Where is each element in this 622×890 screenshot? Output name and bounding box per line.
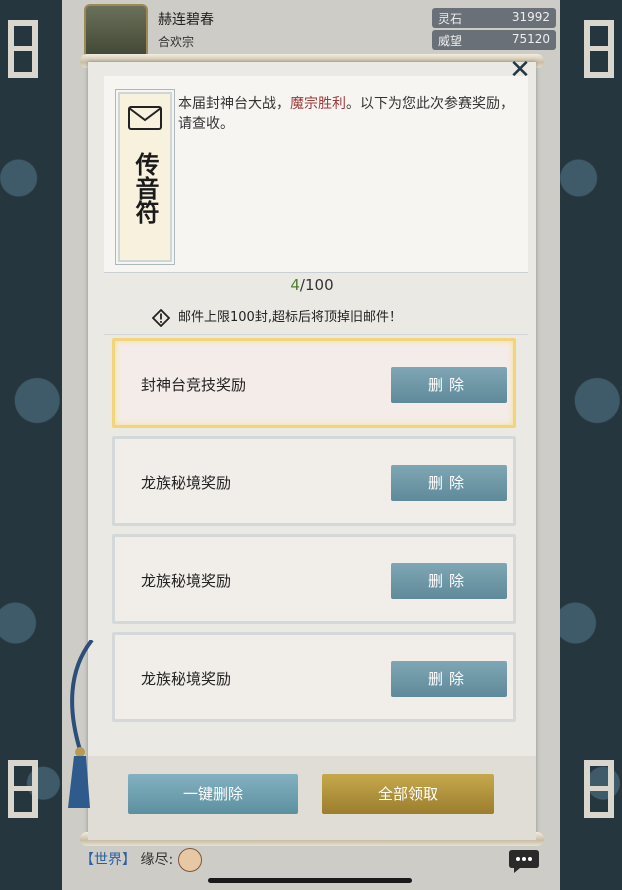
mail-item[interactable]: 封神台竞技奖励 删除 (112, 338, 516, 428)
mail-title: 龙族秘境奖励 (141, 670, 232, 688)
mail-item[interactable]: 龙族秘境奖励 删除 (112, 534, 516, 624)
delete-button[interactable]: 删除 (391, 367, 507, 403)
stat-label: 灵石 (438, 12, 463, 26)
talisman-title: 传音符 (120, 152, 170, 231)
mail-header: 传音符 本届封神台大战，魔宗胜利。以下为您此次参赛奖励，请查收。 (104, 76, 528, 273)
mail-count-current: 4 (290, 276, 300, 294)
stat-label: 威望 (438, 34, 463, 48)
chat-speaker: 缘尽: (140, 852, 174, 868)
player-name: 赫连碧春 (158, 12, 214, 28)
talisman-title-text: 传音符 (131, 152, 160, 224)
mail-counter: 4/100 (88, 276, 536, 294)
mail-message: 本届封神台大战，魔宗胜利。以下为您此次参赛奖励，请查收。 (178, 94, 514, 134)
delete-button[interactable]: 删除 (391, 661, 507, 697)
mail-title: 龙族秘境奖励 (141, 572, 232, 590)
stat-spirit-stone: 灵石 31992 (432, 8, 556, 28)
player-sect: 合欢宗 (158, 35, 195, 49)
mail-footer: 一键删除 全部领取 (88, 756, 536, 840)
chat-channel: 【世界】 (80, 852, 136, 868)
mail-list[interactable]: 封神台竞技奖励 删除 龙族秘境奖励 删除 龙族秘境奖励 删除 龙族秘境奖励 删除 (112, 338, 516, 730)
player-status-bar: 赫连碧春 合欢宗 灵石 31992 威望 75120 (62, 0, 560, 68)
warning-icon (152, 308, 170, 327)
mail-title: 龙族秘境奖励 (141, 474, 232, 492)
delete-button[interactable]: 删除 (391, 563, 507, 599)
mail-item[interactable]: 龙族秘境奖励 删除 (112, 436, 516, 526)
stat-value: 31992 (511, 10, 550, 24)
left-wall-decoration (0, 0, 62, 890)
home-indicator[interactable] (208, 878, 412, 883)
warning-text: 邮件上限100封,超标后将顶掉旧邮件！ (178, 310, 402, 325)
message-text: 本届封神台大战， (178, 96, 290, 112)
world-chat-bar[interactable]: 【世界】 缘尽: (80, 848, 202, 872)
right-wall-decoration (560, 0, 622, 890)
claim-all-button[interactable]: 全部领取 (322, 774, 494, 814)
message-highlight: 魔宗胜利 (290, 96, 346, 112)
stat-value: 75120 (511, 32, 550, 46)
delete-all-button[interactable]: 一键删除 (128, 774, 298, 814)
mail-item[interactable]: 龙族秘境奖励 删除 (112, 632, 516, 722)
delete-button[interactable]: 删除 (391, 465, 507, 501)
stat-prestige: 威望 75120 (432, 30, 556, 50)
tassel-ornament (68, 640, 94, 808)
mail-count-total: /100 (299, 276, 334, 294)
chat-bubble-icon[interactable] (508, 848, 540, 874)
emoji-icon (177, 848, 202, 872)
mail-limit-warning: 邮件上限100封,超标后将顶掉旧邮件！ (152, 306, 402, 327)
talisman-card: 传音符 (115, 89, 175, 265)
envelope-icon (128, 106, 162, 130)
divider (104, 334, 528, 335)
mail-title: 封神台竞技奖励 (141, 376, 247, 394)
